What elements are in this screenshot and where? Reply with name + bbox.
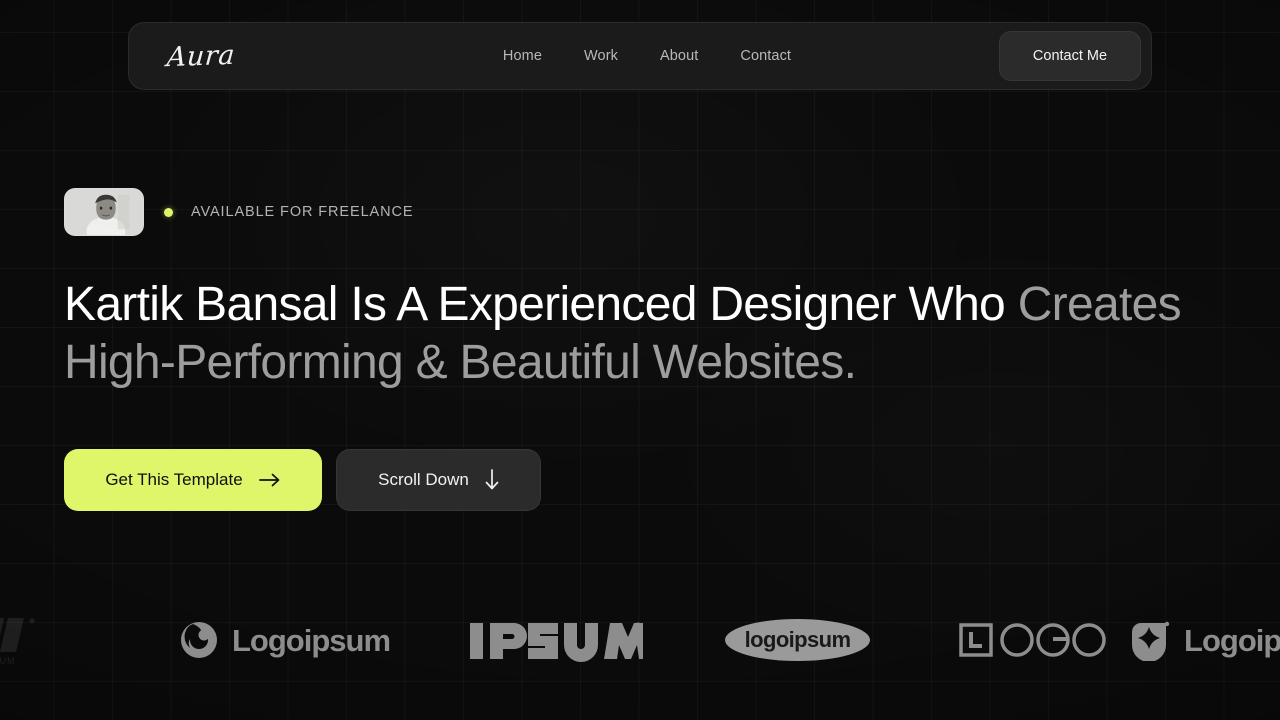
- swirl-circle-icon: [180, 621, 218, 659]
- hero-section: AVAILABLE FOR FREELANCE Kartik Bansal Is…: [64, 188, 1244, 512]
- headline-lead: Kartik Bansal Is A Experienced Designer …: [64, 278, 1018, 331]
- nav-links: Home Work About Contact: [503, 48, 791, 64]
- nav-item-about[interactable]: About: [660, 48, 698, 64]
- svg-text:IPSUM: IPSUM: [0, 656, 16, 666]
- cta-row: Get This Template Scroll Down: [64, 449, 1244, 512]
- page-title: Kartik Bansal Is A Experienced Designer …: [64, 276, 1224, 391]
- availability-row: AVAILABLE FOR FREELANCE: [64, 188, 1244, 236]
- arrow-right-icon: [258, 473, 281, 487]
- arrow-down-icon: [485, 469, 499, 491]
- nav-item-contact[interactable]: Contact: [740, 48, 791, 64]
- logo-word: logoipsum: [725, 619, 871, 661]
- navbar: Aura Home Work About Contact Contact Me: [128, 22, 1152, 90]
- logoipsum-shield-logo: Logoipsum: [1128, 619, 1280, 661]
- logo-word: Logoipsum: [232, 622, 391, 658]
- status-dot-icon: [164, 207, 173, 217]
- nav-item-home[interactable]: Home: [503, 48, 542, 64]
- nav-item-work[interactable]: Work: [584, 48, 618, 64]
- contact-me-button[interactable]: Contact Me: [999, 31, 1141, 81]
- get-this-template-button[interactable]: Get This Template: [64, 449, 322, 512]
- availability-badge: AVAILABLE FOR FREELANCE: [164, 204, 413, 220]
- brand-logo[interactable]: Aura: [166, 39, 236, 72]
- avatar: [64, 188, 144, 236]
- ipsum-slashes-logo: IPSUM: [0, 612, 72, 668]
- logo-outline-logo: [958, 620, 1110, 660]
- availability-label: AVAILABLE FOR FREELANCE: [191, 204, 414, 220]
- logoipsum-ellipse-logo: logoipsum: [725, 619, 871, 661]
- secondary-button-label: Scroll Down: [378, 470, 469, 490]
- scroll-down-button[interactable]: Scroll Down: [336, 449, 541, 512]
- client-logo-strip: IPSUM Logoipsum: [0, 604, 1280, 676]
- hero-landing-page: Aura Home Work About Contact Contact Me: [0, 0, 1280, 720]
- ipsum-bold-logo: [468, 617, 644, 663]
- primary-button-label: Get This Template: [105, 470, 243, 490]
- logoipsum-swirl-logo: Logoipsum: [180, 621, 391, 659]
- shield-star-icon: [1128, 619, 1170, 661]
- logo-word: Logoipsum: [1184, 622, 1280, 658]
